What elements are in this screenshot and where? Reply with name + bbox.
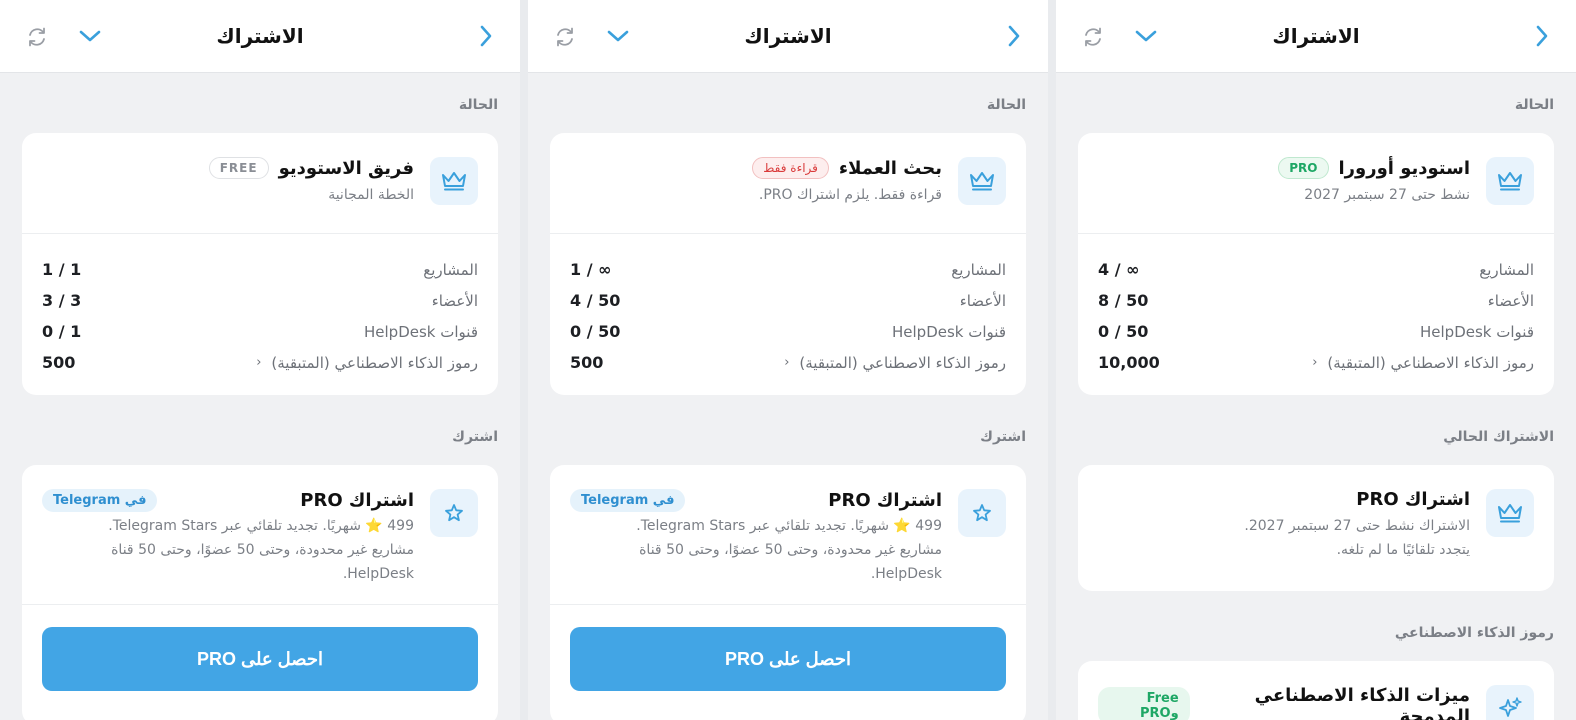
section-status: الحالة [1514, 97, 1554, 113]
limits-list: المشاريع 4 / ∞ الأعضاء 8 / 50 قنوات HelpDe… [1078, 234, 1554, 395]
chevron-left-icon: ‹ [1312, 355, 1318, 370]
crown-icon [430, 157, 478, 205]
workspace-name: فريق الاستوديو [278, 157, 414, 179]
subscription-panel-free: الاشتراك الحالة فريق الاستوديو FREE الخط… [0, 0, 520, 720]
limit-row-ai-tokens[interactable]: رموز الذكاء الاصطناعي (المتبقية) ‹ 500 [42, 347, 478, 378]
workspace-card: استوديو أورورا PRO نشط حتى 27 سبتمبر 202… [1078, 133, 1554, 395]
workspace-card: بحث العملاء قراءة فقط قراءة فقط. يلزم اش… [550, 133, 1026, 395]
star-icon [958, 489, 1006, 537]
refresh-icon[interactable] [1080, 24, 1106, 50]
refresh-icon[interactable] [24, 24, 50, 50]
section-subscribe: اشترك [452, 429, 498, 445]
limit-row-ai-tokens[interactable]: رموز الذكاء الاصطناعي (المتبقية) ‹ 500 [570, 347, 1006, 378]
telegram-badge: في Telegram [570, 489, 686, 512]
header: الاشتراك [1056, 0, 1576, 73]
pro-offer-card: اشتراك PRO في Telegram 499 ⭐ شهريًا. تجد… [550, 465, 1026, 720]
section-ai-tokens: رموز الذكاء الاصطناعي [1394, 625, 1554, 641]
chevron-left-icon: ‹ [784, 355, 790, 370]
sparkle-icon [1486, 685, 1534, 720]
offer-features-text: مشاريع غير محدودة، وحتى 50 عضوًا، وحتى 5… [111, 542, 414, 558]
workspace-subtitle: قراءة فقط. يلزم اشتراك PRO. [758, 187, 942, 203]
limit-row: قنوات HelpDesk 0 / 50 [570, 322, 1006, 341]
header: الاشتراك [528, 0, 1048, 73]
crown-icon [1486, 157, 1534, 205]
limits-list: المشاريع 1 / ∞ الأعضاء 4 / 50 قنوات HelpDe… [550, 234, 1026, 395]
get-pro-button[interactable]: احصل على PRO [42, 627, 478, 691]
current-subscription-card: اشتراك PRO الاشتراك نشط حتى 27 سبتمبر 20… [1078, 465, 1554, 591]
page-title: الاشتراك [744, 24, 832, 48]
workspace-subtitle: نشط حتى 27 سبتمبر 2027 [1304, 187, 1470, 203]
offer-price-text: 499 ⭐ شهريًا. تجديد تلقائي عبر Telegram … [636, 518, 942, 534]
ai-plan-badge: Free وPRO [1098, 687, 1190, 720]
readonly-badge: قراءة فقط [752, 157, 829, 179]
offer-title: اشتراك PRO [828, 490, 942, 511]
back-chevron-icon[interactable] [472, 22, 500, 50]
offer-title: اشتراك PRO [300, 490, 414, 511]
limit-row: الأعضاء 8 / 50 [1098, 291, 1534, 310]
chevron-down-icon[interactable] [1132, 22, 1160, 50]
crown-icon [958, 157, 1006, 205]
limit-row: الأعضاء 4 / 50 [570, 291, 1006, 310]
crown-icon [1486, 489, 1534, 537]
workspace-name: استوديو أورورا [1338, 157, 1471, 179]
offer-features-text-2: HelpDesk. [870, 566, 942, 582]
subscription-status-text: الاشتراك نشط حتى 27 سبتمبر 2027. [1244, 518, 1470, 534]
chevron-down-icon[interactable] [76, 22, 104, 50]
telegram-badge: في Telegram [42, 489, 158, 512]
plan-badge: FREE [208, 157, 269, 179]
ai-features-title: ميزات الذكاء الاصطناعي المدمجة [1254, 685, 1470, 720]
subscription-renew-text: يتجدد تلقائيًا ما لم تلغه. [1336, 542, 1470, 558]
limit-row-ai-tokens[interactable]: رموز الذكاء الاصطناعي (المتبقية) ‹ 10,000 [1098, 347, 1534, 378]
plan-badge: PRO [1278, 157, 1329, 179]
section-status: الحالة [986, 97, 1026, 113]
limit-row: الأعضاء 3 / 3 [42, 291, 478, 310]
subscription-title: اشتراك PRO [1356, 489, 1470, 510]
subscription-panel-pro: الاشتراك الحالة استوديو أورورا PRO نشط ح… [1056, 0, 1576, 720]
pro-offer-card: اشتراك PRO في Telegram 499 ⭐ شهريًا. تجد… [22, 465, 498, 720]
offer-features-text-2: HelpDesk. [342, 566, 414, 582]
section-current-subscription: الاشتراك الحالي [1443, 429, 1554, 445]
chevron-down-icon[interactable] [604, 22, 632, 50]
section-subscribe: اشترك [980, 429, 1026, 445]
back-chevron-icon[interactable] [1000, 22, 1028, 50]
workspace-card: فريق الاستوديو FREE الخطة المجانية المشا… [22, 133, 498, 395]
limit-row: المشاريع 1 / 1 [42, 260, 478, 279]
section-status: الحالة [458, 97, 498, 113]
header: الاشتراك [0, 0, 520, 73]
chevron-left-icon: ‹ [256, 355, 262, 370]
workspace-name: بحث العملاء [838, 157, 942, 179]
workspace-subtitle: الخطة المجانية [328, 187, 414, 203]
page-title: الاشتراك [1272, 24, 1360, 48]
limit-row: المشاريع 4 / ∞ [1098, 260, 1534, 279]
refresh-icon[interactable] [552, 24, 578, 50]
limit-row: قنوات HelpDesk 0 / 1 [42, 322, 478, 341]
ai-features-card: ميزات الذكاء الاصطناعي المدمجة Free وPRO [1078, 661, 1554, 720]
offer-price-text: 499 ⭐ شهريًا. تجديد تلقائي عبر Telegram … [108, 518, 414, 534]
get-pro-button[interactable]: احصل على PRO [570, 627, 1006, 691]
offer-features-text: مشاريع غير محدودة، وحتى 50 عضوًا، وحتى 5… [639, 542, 942, 558]
back-chevron-icon[interactable] [1528, 22, 1556, 50]
limits-list: المشاريع 1 / 1 الأعضاء 3 / 3 قنوات HelpDes… [22, 234, 498, 395]
star-icon [430, 489, 478, 537]
limit-row: المشاريع 1 / ∞ [570, 260, 1006, 279]
subscription-panel-readonly: الاشتراك الحالة بحث العملاء قراءة فقط قر… [528, 0, 1048, 720]
page-title: الاشتراك [216, 24, 304, 48]
limit-row: قنوات HelpDesk 0 / 50 [1098, 322, 1534, 341]
